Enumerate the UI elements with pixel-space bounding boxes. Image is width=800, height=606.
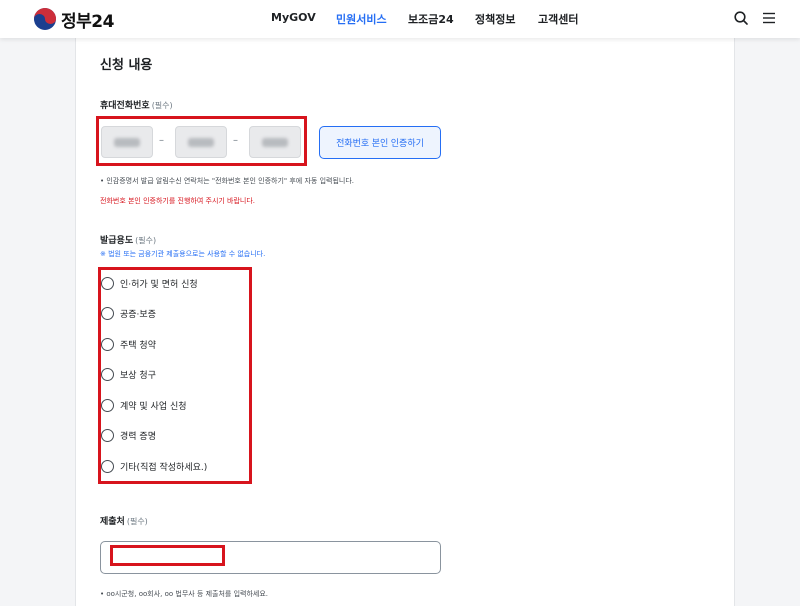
top-header: 정부24 MyGOV 민원서비스 보조금24 정책정보 고객센터 — [0, 0, 800, 38]
search-icon[interactable] — [733, 10, 749, 26]
purpose-option[interactable]: 주택 청약 — [101, 336, 156, 352]
purpose-option[interactable]: 공증·보증 — [101, 305, 156, 321]
purpose-label: 발급용도 (필수) — [100, 236, 157, 246]
nav-civil-service[interactable]: 민원서비스 — [336, 11, 387, 27]
phone-last-field[interactable] — [249, 126, 301, 158]
phone-warning: 전화번호 본인 인증하기를 진행하여 주시기 바랍니다. — [100, 197, 256, 205]
radio-button[interactable] — [101, 306, 114, 320]
submit-to-note: • oo시군청, oo회사, oo 법무사 등 제출처를 입력하세요. — [100, 590, 268, 598]
purpose-note: ※ 법원 또는 금융기관 제출용으로는 사용할 수 없습니다. — [100, 250, 266, 258]
main-nav: MyGOV 민원서비스 보조금24 정책정보 고객센터 — [0, 11, 800, 27]
radio-button[interactable] — [101, 398, 114, 412]
application-form-card: 신청 내용 휴대전화번호 (필수) – – 전화번호 본인 인증하기 • 인감증명… — [75, 38, 735, 606]
purpose-option[interactable]: 기타(직접 작성하세요.) — [101, 458, 207, 474]
purpose-option[interactable]: 보상 청구 — [101, 366, 156, 382]
radio-button[interactable] — [101, 367, 114, 381]
purpose-option[interactable]: 계약 및 사업 신청 — [101, 397, 187, 413]
radio-button[interactable] — [101, 459, 114, 473]
phone-middle-field[interactable] — [175, 126, 227, 158]
section-title: 신청 내용 — [100, 58, 153, 73]
phone-separator: – — [159, 135, 164, 146]
submit-to-label: 제출처 (필수) — [100, 517, 148, 527]
phone-prefix-field[interactable] — [101, 126, 153, 158]
nav-subsidy24[interactable]: 보조금24 — [408, 11, 454, 27]
menu-icon[interactable] — [761, 10, 777, 26]
phone-verify-button[interactable]: 전화번호 본인 인증하기 — [319, 126, 441, 159]
radio-button[interactable] — [101, 428, 114, 442]
nav-mygov[interactable]: MyGOV — [271, 11, 316, 24]
phone-note: • 인감증명서 발급 알림수신 연락처는 "전화번호 본인 인증하기" 후에 자… — [100, 177, 355, 185]
submit-to-input[interactable] — [100, 541, 441, 574]
radio-button[interactable] — [101, 337, 114, 351]
nav-customer-center[interactable]: 고객센터 — [538, 11, 578, 27]
purpose-option[interactable]: 경력 증명 — [101, 427, 156, 443]
phone-separator: – — [233, 135, 238, 146]
purpose-option[interactable]: 인·허가 및 면허 신청 — [101, 275, 198, 291]
phone-label: 휴대전화번호 (필수) — [100, 101, 173, 111]
radio-button[interactable] — [101, 276, 114, 290]
nav-policy-info[interactable]: 정책정보 — [475, 11, 515, 27]
